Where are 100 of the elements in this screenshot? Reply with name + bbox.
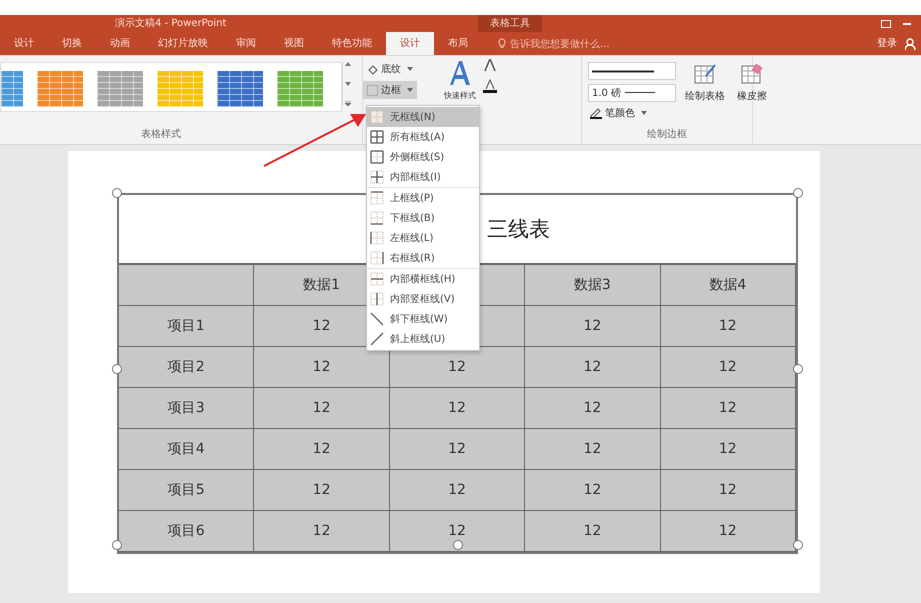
table-cell: 12 xyxy=(660,429,796,470)
border-icon xyxy=(370,170,384,184)
table-header-cell: 数据3 xyxy=(525,265,661,306)
border-icon xyxy=(370,272,384,286)
ribbon-tab[interactable]: 设计 xyxy=(386,32,434,55)
group-label: 绘制边框 xyxy=(646,128,688,142)
letter-a-icon xyxy=(447,59,473,87)
menu-item[interactable]: 内部横框线(H) xyxy=(367,268,479,289)
table-style-thumbnail[interactable] xyxy=(157,71,203,107)
menu-item[interactable]: 内部框线(I) xyxy=(367,167,479,187)
border-icon xyxy=(370,191,384,205)
resize-handle[interactable] xyxy=(112,540,122,550)
table-style-thumbnail[interactable] xyxy=(217,71,263,107)
table-cell: 12 xyxy=(525,511,661,552)
ribbon-tab[interactable]: 动画 xyxy=(96,32,144,55)
text-outline-icon[interactable] xyxy=(483,79,497,93)
borders-button[interactable]: 边框 xyxy=(363,81,417,99)
shading-button[interactable]: 底纹 xyxy=(363,60,417,78)
ribbon-tab[interactable]: 设计 xyxy=(0,32,48,55)
menu-item[interactable]: 无框线(N) xyxy=(367,107,479,127)
menu-item[interactable]: 左框线(L) xyxy=(367,228,479,248)
table-cell: 12 xyxy=(525,306,661,347)
group-label: 表格样式 xyxy=(140,128,182,142)
ribbon-tab[interactable]: 幻灯片放映 xyxy=(144,32,222,55)
table-cell: 12 xyxy=(525,347,661,388)
table-style-thumbnail[interactable] xyxy=(37,71,83,107)
gallery-expand-icon[interactable] xyxy=(345,101,351,106)
ribbon-tab[interactable]: 审阅 xyxy=(222,32,270,55)
table-style-thumbnail[interactable] xyxy=(1,71,23,107)
border-icon xyxy=(370,251,384,265)
pen-weight-dropdown[interactable]: 1.0 磅 xyxy=(588,84,676,102)
line-style-icon xyxy=(592,70,654,72)
caret-icon xyxy=(641,111,647,115)
pen-color-button[interactable]: 笔颜色 xyxy=(588,106,676,120)
context-tab-label: 表格工具 xyxy=(478,15,542,32)
minimize-icon[interactable] xyxy=(903,22,911,24)
border-icon xyxy=(370,332,384,346)
table-cell: 12 xyxy=(525,470,661,511)
caret-icon xyxy=(407,67,413,71)
border-icon xyxy=(370,130,384,144)
table-cell: 项目4 xyxy=(119,429,254,470)
ribbon-tab[interactable]: 特色功能 xyxy=(318,32,386,55)
border-icon xyxy=(370,312,384,326)
eraser-button[interactable]: 橡皮擦 xyxy=(734,62,770,103)
table-style-thumbnail[interactable] xyxy=(277,71,323,107)
table-cell: 12 xyxy=(254,470,390,511)
window-title: 演示文稿4 - PowerPoint xyxy=(114,16,228,31)
restore-icon[interactable] xyxy=(881,20,891,28)
resize-handle[interactable] xyxy=(793,540,803,550)
table-cell: 12 xyxy=(254,511,390,552)
caret-icon xyxy=(407,88,413,92)
resize-handle[interactable] xyxy=(112,188,122,198)
table-cell: 12 xyxy=(254,347,390,388)
menu-item[interactable]: 下框线(B) xyxy=(367,208,479,228)
table-cell: 12 xyxy=(660,388,796,429)
table-cell: 12 xyxy=(390,470,526,511)
table-cell: 12 xyxy=(660,306,796,347)
quick-styles-button[interactable]: 快速样式 xyxy=(441,59,479,101)
menu-item[interactable]: 所有框线(A) xyxy=(367,127,479,147)
table-cell: 12 xyxy=(525,429,661,470)
table-cell: 12 xyxy=(660,470,796,511)
scroll-down-icon[interactable] xyxy=(345,82,351,86)
eraser-icon xyxy=(740,62,764,86)
table-cell: 12 xyxy=(254,388,390,429)
resize-handle[interactable] xyxy=(793,364,803,374)
border-icon xyxy=(370,150,384,164)
menu-item[interactable]: 右框线(R) xyxy=(367,248,479,268)
resize-handle[interactable] xyxy=(112,364,122,374)
pen-style-dropdown[interactable] xyxy=(588,62,676,80)
table-cell: 12 xyxy=(525,388,661,429)
draw-table-button[interactable]: 绘制表格 xyxy=(682,62,728,103)
table-cell: 12 xyxy=(660,347,796,388)
table-style-thumbnail[interactable] xyxy=(97,71,143,107)
table-cell: 项目6 xyxy=(119,511,254,552)
table-cell: 项目5 xyxy=(119,470,254,511)
table-cell: 12 xyxy=(660,511,796,552)
table-cell: 12 xyxy=(390,429,526,470)
pen-icon xyxy=(590,107,602,119)
table-cell: 12 xyxy=(254,429,390,470)
border-icon xyxy=(370,211,384,225)
table-cell: 项目2 xyxy=(119,347,254,388)
table-cell: 项目3 xyxy=(119,388,254,429)
resize-handle[interactable] xyxy=(793,188,803,198)
ribbon-tab[interactable]: 视图 xyxy=(270,32,318,55)
menu-item[interactable]: 外侧框线(S) xyxy=(367,147,479,167)
table-cell: 12 xyxy=(390,511,526,552)
menu-item[interactable]: 上框线(P) xyxy=(367,187,479,208)
table-cell: 项目1 xyxy=(119,306,254,347)
ribbon-tab[interactable]: 切换 xyxy=(48,32,96,55)
border-icon xyxy=(370,110,384,124)
ribbon-tab[interactable]: 布局 xyxy=(434,32,482,55)
user-icon[interactable] xyxy=(905,38,917,50)
table-pencil-icon xyxy=(693,62,717,86)
table-cell: 12 xyxy=(390,388,526,429)
login-link[interactable]: 登录 xyxy=(877,32,905,55)
table-cell: 12 xyxy=(390,347,526,388)
border-icon xyxy=(370,231,384,245)
lightbulb-icon xyxy=(498,38,506,49)
line-weight-icon xyxy=(625,92,656,94)
scroll-up-icon[interactable] xyxy=(345,62,351,66)
